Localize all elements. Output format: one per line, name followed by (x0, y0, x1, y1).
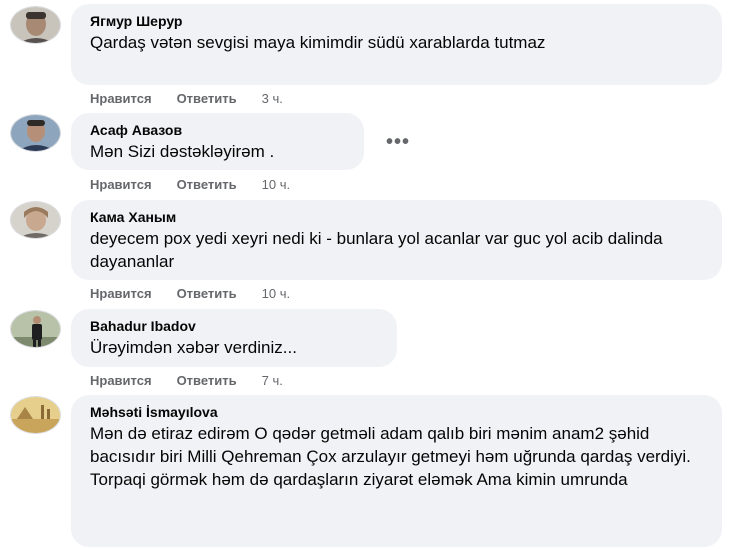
comment-time[interactable]: 10 ч. (262, 177, 290, 192)
comment-text: deyecem pox yedi xeyri nedi ki - bunlara… (90, 229, 663, 271)
comment-time[interactable]: 10 ч. (262, 286, 290, 301)
comment-author[interactable]: Асаф Авазов (90, 121, 346, 139)
like-button[interactable]: Нравится (90, 91, 152, 106)
man-standing-photo-icon (11, 311, 60, 347)
woman-portrait-icon (11, 202, 60, 238)
reply-button[interactable]: Ответить (177, 373, 237, 388)
man-portrait-icon (11, 115, 60, 151)
comment-time[interactable]: 3 ч. (262, 91, 283, 106)
comment-bubble: Кама Ханым deyecem pox yedi xeyri nedi k… (71, 200, 722, 280)
man-portrait-icon (11, 7, 60, 43)
comment-text: Mən də etiraz edirəm O qədər getməli ada… (90, 424, 691, 489)
comment-text: Qardaş vətən sevgisi maya kimimdir südü … (90, 33, 546, 52)
comment-time[interactable]: 7 ч. (262, 373, 283, 388)
comment-author[interactable]: Bahadur Ibadov (90, 317, 379, 335)
reply-button[interactable]: Ответить (177, 91, 237, 106)
more-options-icon[interactable]: ••• (383, 130, 413, 154)
like-button[interactable]: Нравится (90, 177, 152, 192)
comment-bubble: Bahadur Ibadov Ürəyimdən xəbər verdiniz.… (71, 309, 397, 367)
comment-text: Mən Sizi dəstəkləyirəm . (90, 142, 275, 161)
comment-author[interactable]: Məhsəti İsmayılova (90, 403, 704, 421)
like-button[interactable]: Нравится (90, 373, 152, 388)
comment-bubble: Məhsəti İsmayılova Mən də etiraz edirəm … (71, 395, 722, 547)
avatar[interactable] (10, 6, 61, 44)
comment-text: Ürəyimdən xəbər verdiniz... (90, 338, 297, 357)
reply-button[interactable]: Ответить (177, 286, 237, 301)
comment-author[interactable]: Ягмур Шерур (90, 12, 704, 30)
avatar[interactable] (10, 396, 61, 434)
comment-bubble: Ягмур Шерур Qardaş vətən sevgisi maya ki… (71, 4, 722, 85)
comment-bubble: Асаф Авазов Mən Sizi dəstəkləyirəm . (71, 113, 364, 170)
avatar[interactable] (10, 114, 61, 152)
landscape-photo-icon (11, 397, 60, 433)
reply-button[interactable]: Ответить (177, 177, 237, 192)
comment-actions: Нравится Ответить 10 ч. (90, 284, 290, 302)
comment-actions: Нравится Ответить 10 ч. (90, 175, 290, 193)
avatar[interactable] (10, 310, 61, 348)
like-button[interactable]: Нравится (90, 286, 152, 301)
comment-actions: Нравится Ответить 7 ч. (90, 371, 283, 389)
comment-author[interactable]: Кама Ханым (90, 208, 704, 226)
avatar[interactable] (10, 201, 61, 239)
comment-actions: Нравится Ответить 3 ч. (90, 89, 283, 107)
